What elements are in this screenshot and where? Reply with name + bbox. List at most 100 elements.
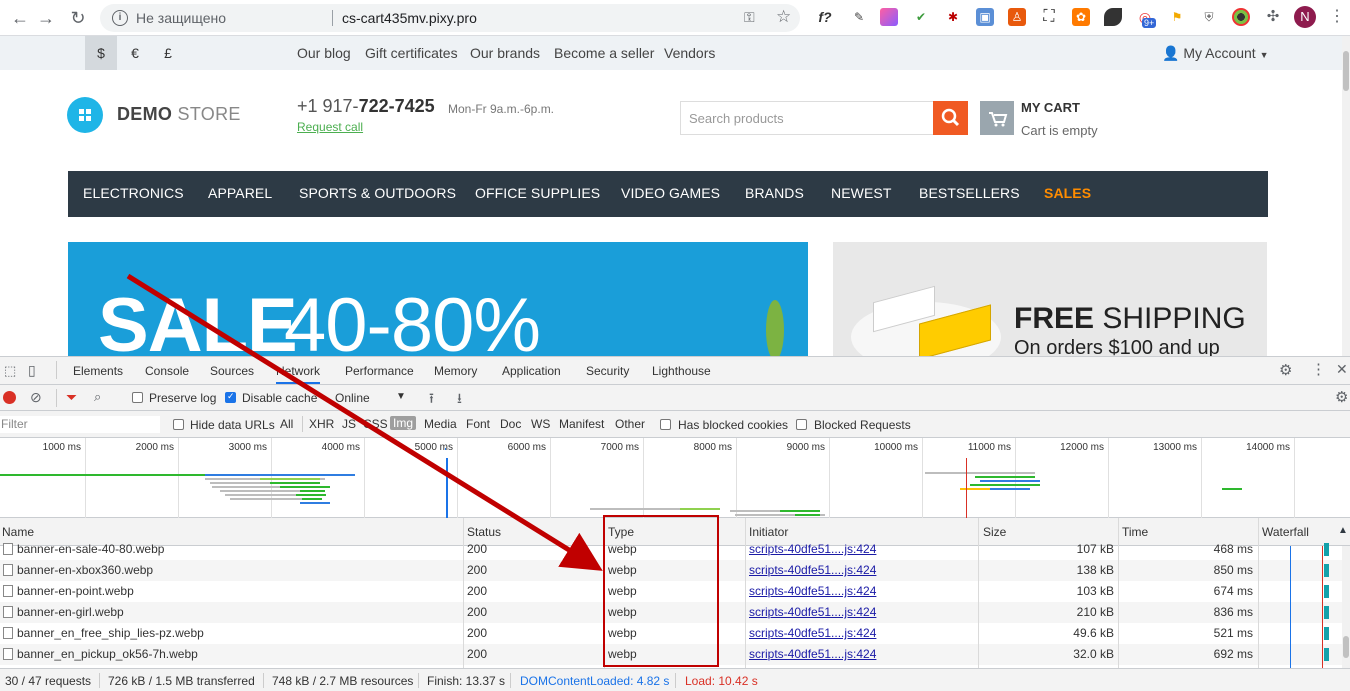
import-har-icon[interactable]: ⭱ <box>429 388 434 412</box>
table-scroll-thumb[interactable] <box>1343 636 1349 658</box>
nav-sports-outdoors[interactable]: SPORTS & OUTDOORS <box>299 185 456 201</box>
request-initiator[interactable]: scripts-40dfe51....js:424 <box>749 647 876 661</box>
device-toolbar-icon[interactable]: ▯ <box>28 362 36 379</box>
blocked-requests-checkbox[interactable] <box>796 419 807 430</box>
tag-extension-icon[interactable]: ⚑ <box>1168 8 1186 26</box>
request-initiator[interactable]: scripts-40dfe51....js:424 <box>749 584 876 598</box>
request-initiator[interactable]: scripts-40dfe51....js:424 <box>749 605 876 619</box>
filter-manifest[interactable]: Manifest <box>559 417 604 431</box>
filter-css[interactable]: CSS <box>363 417 388 431</box>
export-har-icon[interactable]: ⭳ <box>457 388 462 412</box>
tab-memory[interactable]: Memory <box>434 364 477 378</box>
puzzle-extensions-icon[interactable]: ✣ <box>1264 8 1282 26</box>
throttle-caret-icon[interactable]: ▼ <box>396 391 406 402</box>
close-devtools-icon[interactable]: ✕ <box>1336 361 1348 378</box>
request-name[interactable]: banner-en-girl.webp <box>17 605 124 619</box>
filter-doc[interactable]: Doc <box>500 417 521 431</box>
cart-icon[interactable] <box>980 101 1014 135</box>
link-become-seller[interactable]: Become a seller <box>554 45 654 61</box>
filter-funnel-icon[interactable]: ⏷ <box>66 389 77 406</box>
chrome-menu-icon[interactable]: ⋮ <box>1328 8 1346 26</box>
reload-icon[interactable]: ↻ <box>66 6 90 30</box>
currency-eur[interactable]: € <box>119 36 151 70</box>
store-logo-icon[interactable] <box>67 97 103 133</box>
inspect-element-icon[interactable]: ⬚ <box>4 363 16 379</box>
preserve-log-checkbox[interactable] <box>132 392 143 403</box>
throttling-select[interactable]: Online <box>335 391 370 405</box>
search-input[interactable]: Search products <box>680 101 934 135</box>
store-logo-text[interactable]: DEMO STORE <box>117 104 241 125</box>
eyedropper-extension-icon[interactable]: ✎ <box>850 8 868 26</box>
fx-extension-icon[interactable]: f? <box>816 8 834 26</box>
network-overview-timeline[interactable]: 1000 ms 2000 ms 3000 ms 4000 ms 5000 ms 6000 … <box>0 438 1350 524</box>
link-gift-certificates[interactable]: Gift certificates <box>365 45 458 61</box>
key-icon[interactable]: ⚿ <box>744 9 755 26</box>
nav-newest[interactable]: NEWEST <box>831 185 892 201</box>
filter-font[interactable]: Font <box>466 417 490 431</box>
forward-arrow-icon[interactable]: → <box>34 6 58 30</box>
filter-other[interactable]: Other <box>615 417 645 431</box>
request-name[interactable]: banner_en_pickup_ok56-7h.webp <box>17 647 198 661</box>
filter-all[interactable]: All <box>280 417 293 431</box>
search-network-icon[interactable]: ⌕ <box>94 389 101 405</box>
disable-cache-checkbox[interactable] <box>225 391 236 403</box>
request-call-link[interactable]: Request call <box>297 120 363 134</box>
filter-ws[interactable]: WS <box>531 417 550 431</box>
request-initiator[interactable]: scripts-40dfe51....js:424 <box>749 626 876 640</box>
bug-extension-icon[interactable]: ✱ <box>944 8 962 26</box>
tab-security[interactable]: Security <box>586 364 629 378</box>
search-button[interactable] <box>933 101 968 135</box>
request-name[interactable]: banner_en_free_ship_lies-pz.webp <box>17 626 204 640</box>
circle-extension-icon[interactable] <box>1232 8 1250 26</box>
filter-media[interactable]: Media <box>424 417 457 431</box>
bookmark-star-icon[interactable]: ☆ <box>776 7 791 27</box>
filter-js[interactable]: JS <box>342 417 356 431</box>
nav-video-games[interactable]: VIDEO GAMES <box>621 185 720 201</box>
color-extension-icon[interactable] <box>880 8 898 26</box>
shield-extension-icon[interactable]: ⛨ <box>1200 8 1218 26</box>
network-settings-icon[interactable]: ⚙ <box>1335 388 1348 406</box>
nav-electronics[interactable]: ELECTRONICS <box>83 185 184 201</box>
cart-title[interactable]: MY CART <box>1021 100 1080 115</box>
link-vendors[interactable]: Vendors <box>664 45 715 61</box>
check-extension-icon[interactable]: ✔ <box>912 8 930 26</box>
more-menu-icon[interactable]: ⋮ <box>1311 360 1326 378</box>
url-text[interactable]: cs-cart435mv.pixy.pro <box>342 10 477 26</box>
tab-performance[interactable]: Performance <box>345 364 414 378</box>
tab-console[interactable]: Console <box>145 364 189 378</box>
link-brands[interactable]: Our brands <box>470 45 540 61</box>
filter-input[interactable]: Filter <box>0 416 160 433</box>
info-icon[interactable]: i <box>112 10 128 26</box>
nav-sales[interactable]: SALES <box>1044 185 1091 201</box>
leaf-extension-icon[interactable] <box>1104 8 1122 26</box>
page-scroll-thumb[interactable] <box>1343 51 1349 91</box>
free-shipping-banner[interactable]: FREE SHIPPING On orders $100 and up <box>833 242 1267 356</box>
back-arrow-icon[interactable]: ← <box>8 6 32 30</box>
crop-extension-icon[interactable]: ⛶ <box>1040 8 1058 26</box>
tab-lighthouse[interactable]: Lighthouse <box>652 364 711 378</box>
nav-apparel[interactable]: APPAREL <box>208 185 272 201</box>
request-name[interactable]: banner-en-point.webp <box>17 584 134 598</box>
hide-data-urls-checkbox[interactable] <box>173 419 184 430</box>
my-account-menu[interactable]: 👤 My Account ▼ <box>1162 45 1269 62</box>
request-name[interactable]: banner-en-xbox360.webp <box>17 563 153 577</box>
request-initiator[interactable]: scripts-40dfe51....js:424 <box>749 542 876 556</box>
nav-bestsellers[interactable]: BESTSELLERS <box>919 185 1020 201</box>
clear-icon[interactable]: ⊘ <box>30 389 42 406</box>
profile-avatar[interactable]: N <box>1294 6 1316 28</box>
settings-gear-icon[interactable]: ⚙ <box>1279 361 1292 379</box>
tab-application[interactable]: Application <box>502 364 561 378</box>
record-icon[interactable] <box>3 391 16 404</box>
currency-usd[interactable]: $ <box>85 36 117 70</box>
figure-extension-icon[interactable]: ♙ <box>1008 8 1026 26</box>
page-scrollbar[interactable] <box>1342 36 1350 356</box>
screen-extension-icon[interactable]: ▣ <box>976 8 994 26</box>
filter-xhr[interactable]: XHR <box>309 417 334 431</box>
request-name[interactable]: banner-en-sale-40-80.webp <box>17 542 164 556</box>
nav-office-supplies[interactable]: OFFICE SUPPLIES <box>475 185 600 201</box>
filter-img[interactable]: Img <box>390 416 417 430</box>
tab-sources[interactable]: Sources <box>210 364 254 378</box>
currency-gbp[interactable]: £ <box>152 36 184 70</box>
nav-brands[interactable]: BRANDS <box>745 185 804 201</box>
blocked-cookies-checkbox[interactable] <box>660 419 671 430</box>
